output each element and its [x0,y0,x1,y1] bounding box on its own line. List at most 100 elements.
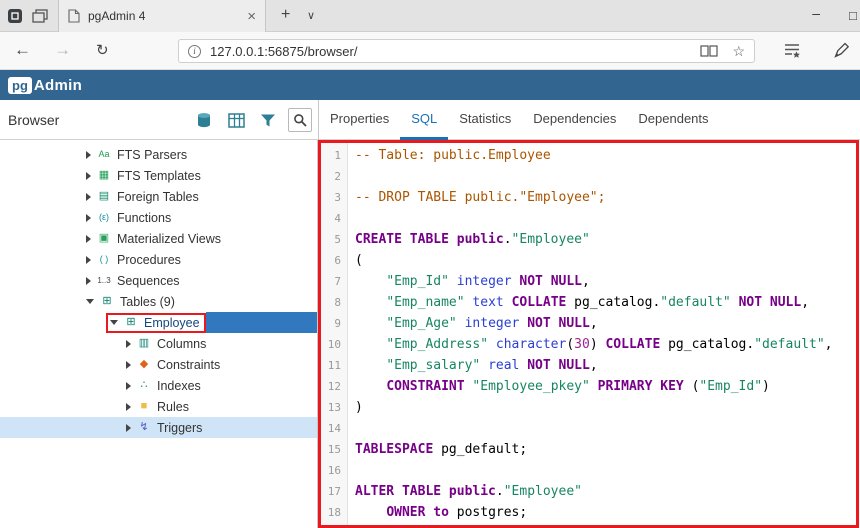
code-line: CREATE TABLE public."Employee" [355,232,590,247]
browser-tab[interactable]: pgAdmin 4 × [58,0,266,32]
tree-item-sequences[interactable]: 1..3 Sequences [0,270,317,291]
chevron-right-icon[interactable] [126,381,131,390]
tree-item-columns[interactable]: ▥ Columns [0,333,317,354]
tree-item-materialized-views[interactable]: ▣ Materialized Views [0,228,317,249]
line-number: 18 [327,506,341,519]
tree-item-fts-templates[interactable]: ▦ FTS Templates [0,165,317,186]
reading-view-icon[interactable] [700,44,719,58]
windows-icon[interactable] [32,9,48,23]
chevron-down-icon[interactable] [86,299,94,304]
tab-close-icon[interactable]: × [247,9,256,24]
tab-properties[interactable]: Properties [319,100,400,140]
tree-item-label: Rules [157,399,189,414]
forward-icon[interactable]: → [54,40,71,60]
tables-icon: ⊞ [102,295,112,307]
chevron-right-icon[interactable] [126,360,131,369]
url-text[interactable]: 127.0.0.1:56875/browser/ [210,44,700,59]
tab-statistics[interactable]: Statistics [448,100,522,140]
refresh-icon[interactable]: ↻ [96,41,109,59]
browser-toolbar-icons [192,108,312,132]
tab-dropdown-icon[interactable]: ∨ [307,9,315,22]
chevron-right-icon[interactable] [86,234,91,243]
tree-item-label: Constraints [157,357,221,372]
line-number: 8 [334,296,341,309]
tree-item-rules[interactable]: ■ Rules [0,396,317,417]
web-note-pen-icon[interactable] [833,42,850,64]
tab-dependents[interactable]: Dependents [627,100,719,140]
line-number: 6 [334,254,341,267]
chevron-right-icon[interactable] [126,423,131,432]
database-icon[interactable] [192,108,216,132]
chevron-right-icon[interactable] [86,276,91,285]
tab-sql[interactable]: SQL [400,100,449,140]
tree-item-triggers[interactable]: ↯ Triggers [0,417,317,438]
code-line: CONSTRAINT "Employee_pkey" PRIMARY KEY (… [386,379,770,394]
triggers-icon: ↯ [139,421,149,433]
line-number: 4 [334,212,341,225]
tree-item-employee[interactable]: ⊞ Employee [0,312,317,333]
line-number: 7 [334,275,341,288]
chevron-down-icon[interactable] [110,320,118,325]
tree-item-foreign-tables[interactable]: ▤ Foreign Tables [0,186,317,207]
tree-item-label: Employee [144,315,200,330]
sql-panel: 1 2 3 4 5 6 7 8 9 10 11 12 13 14 15 16 17 18 -- Table: pu… [318,140,859,528]
code-line: "Emp_Id" integer NOT NULL, [386,274,590,289]
site-info-icon[interactable]: i [188,44,201,58]
browser-nav-bar: ← → ↻ i 127.0.0.1:56875/browser/ ☆ [0,32,860,70]
line-number-gutter: 1 2 3 4 5 6 7 8 9 10 11 12 13 14 15 16 17 18 [321,143,348,525]
sequences-icon: 1..3 [97,275,111,285]
sql-code[interactable]: -- Table: public.Employee -- DROP TABLE p… [348,143,856,525]
pgadmin-logo-admin: Admin [33,76,83,94]
constraints-icon: ◆ [139,358,149,370]
indexes-icon: ∴ [140,379,148,391]
tree-item-label: Foreign Tables [117,189,199,204]
chevron-right-icon[interactable] [86,255,91,264]
code-line: "Emp_name" text COLLATE pg_catalog."defa… [386,295,810,310]
search-icon[interactable] [288,108,312,132]
panel-tabs: Properties SQL Statistics Dependencies Depen… [318,100,720,140]
favorite-star-icon[interactable]: ☆ [732,43,745,60]
maximize-button[interactable]: □ [849,8,857,23]
tree-item-tables-9[interactable]: ⊞ Tables (9) [0,291,317,312]
tree-item-constraints[interactable]: ◆ Constraints [0,354,317,375]
columns-icon: ▥ [138,337,150,349]
code-line: TABLESPACE pg_default; [355,442,528,457]
tree-item-fts-parsers[interactable]: Aa FTS Parsers [0,144,317,165]
chevron-right-icon[interactable] [86,150,91,159]
main-area: Aa FTS Parsers ▦ FTS Templates ▤ Foreign Tabl… [0,140,860,528]
line-number: 17 [327,485,341,498]
tree-item-label: Sequences [117,273,180,288]
chevron-right-icon[interactable] [126,402,131,411]
pgadmin-browser-window: pgAdmin 4 × + ∨ – □ ← → ↻ i 127.0.0.1:56… [0,0,860,528]
table-icon: ⊞ [126,316,136,328]
new-tab-button[interactable]: + [281,6,290,24]
fts-parsers-icon: Aa [98,149,110,159]
line-number: 9 [334,317,341,330]
tree-item-indexes[interactable]: ∴ Indexes [0,375,317,396]
pgadmin-header: pg Admin [0,70,860,100]
code-line: "Emp_Address" character(30) COLLATE pg_c… [386,337,833,352]
chevron-right-icon[interactable] [86,213,91,222]
line-number: 3 [334,191,341,204]
code-line: OWNER to postgres; [386,505,528,520]
app-icon[interactable] [7,8,23,24]
tab-dependencies[interactable]: Dependencies [522,100,627,140]
foreign-tables-icon: ▤ [98,190,110,202]
address-bar[interactable]: i 127.0.0.1:56875/browser/ ☆ [178,39,755,63]
line-number: 15 [327,443,341,456]
filter-icon[interactable] [256,108,280,132]
object-tree: Aa FTS Parsers ▦ FTS Templates ▤ Foreign Tabl… [0,140,318,528]
hub-favorites-icon[interactable] [783,42,801,64]
line-number: 1 [334,149,341,162]
tree-item-functions[interactable]: (ε) Functions [0,207,317,228]
minimize-button[interactable]: – [812,5,820,21]
chevron-right-icon[interactable] [86,192,91,201]
chevron-right-icon[interactable] [126,339,131,348]
chevron-right-icon[interactable] [86,171,91,180]
grid-view-icon[interactable] [224,108,248,132]
back-icon[interactable]: ← [14,40,31,60]
tree-item-procedures[interactable]: ( ) Procedures [0,249,317,270]
